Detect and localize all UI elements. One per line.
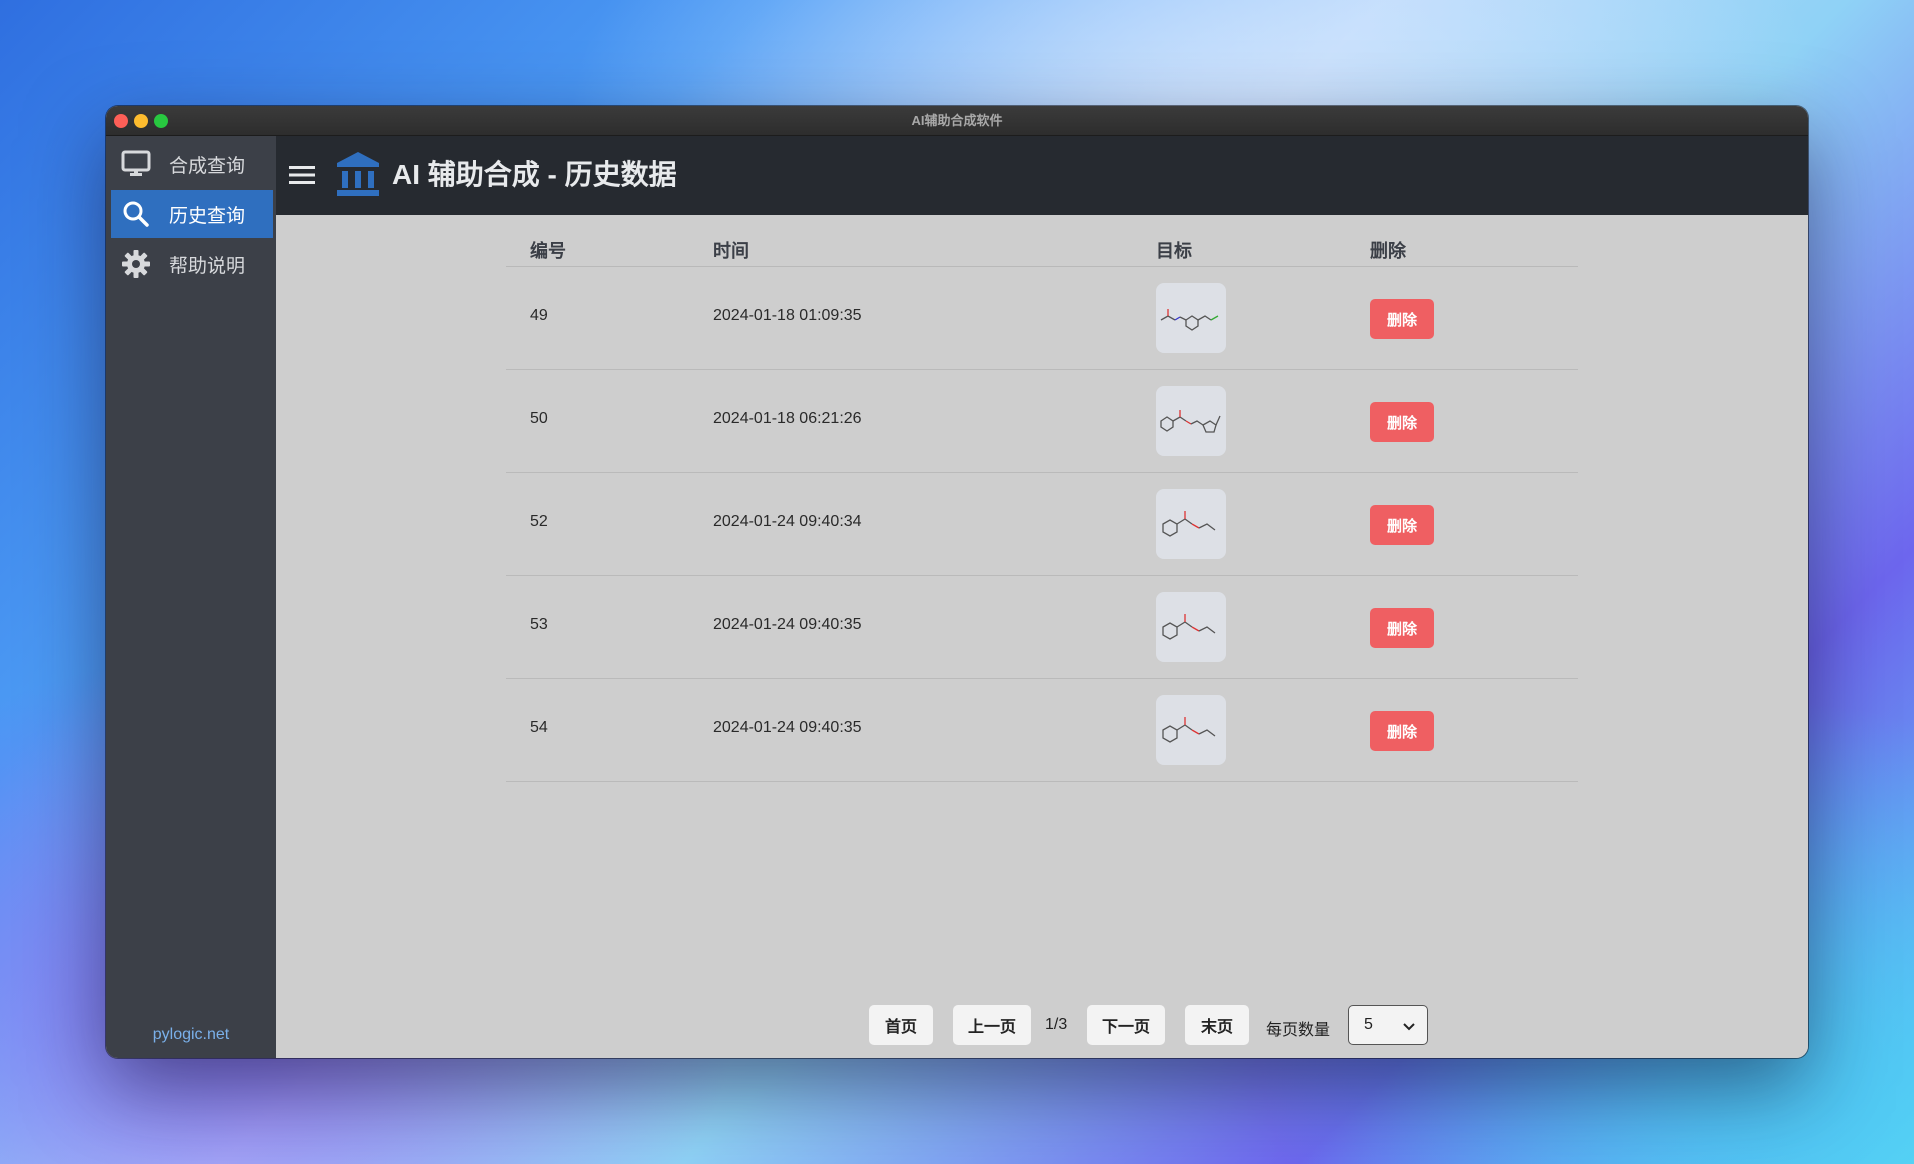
molecule-structure-image[interactable] [1156,386,1226,456]
app-window: AI辅助合成软件 合成查询 历史查询 帮助说明 pylogic.net AI 辅… [106,106,1808,1058]
main-content: 编号 时间 目标 删除 49 2024-01-18 01:09:35 删除 50… [276,215,1808,1058]
search-icon [111,200,161,228]
table-row: 54 2024-01-24 09:40:35 删除 [506,679,1578,782]
delete-button[interactable]: 删除 [1370,299,1434,339]
column-header-delete: 删除 [1370,241,1406,261]
molecule-structure-image[interactable] [1156,695,1226,765]
delete-button[interactable]: 删除 [1370,402,1434,442]
page-size-label: 每页数量 [1266,1022,1331,1039]
page-indicator: 1/3 [1045,1016,1068,1033]
sidebar-item-label: 帮助说明 [169,255,246,277]
row-id: 53 [530,616,548,633]
table-row: 50 2024-01-18 06:21:26 删除 [506,370,1578,473]
molecule-structure-image[interactable] [1156,592,1226,662]
column-header-time: 时间 [713,241,749,261]
sidebar-item-help[interactable]: 帮助说明 [111,240,273,288]
row-time: 2024-01-24 09:40:35 [713,719,862,736]
table-row: 49 2024-01-18 01:09:35 删除 [506,267,1578,370]
sidebar-item-history-query[interactable]: 历史查询 [111,190,273,238]
page-title: AI 辅助合成 - 历史数据 [392,159,677,190]
next-page-button[interactable]: 下一页 [1087,1005,1165,1045]
row-time: 2024-01-18 01:09:35 [713,307,862,324]
window-title: AI辅助合成软件 [911,113,1003,128]
pagination: 首页 上一页 1/3 下一页 末页 每页数量 5 [276,1005,1808,1047]
page-header: AI 辅助合成 - 历史数据 [276,136,1808,215]
column-header-id: 编号 [530,241,566,261]
footer-link[interactable]: pylogic.net [106,1026,276,1044]
row-time: 2024-01-24 09:40:35 [713,616,862,633]
molecule-structure-image[interactable] [1156,283,1226,353]
table-header: 编号 时间 目标 删除 [506,227,1578,267]
row-id: 52 [530,513,548,530]
history-table: 编号 时间 目标 删除 49 2024-01-18 01:09:35 删除 50… [506,227,1578,782]
bank-icon [336,150,380,198]
page-size-value: 5 [1364,1016,1373,1033]
row-id: 54 [530,719,548,736]
row-time: 2024-01-24 09:40:34 [713,513,862,530]
delete-button[interactable]: 删除 [1370,711,1434,751]
table-row: 52 2024-01-24 09:40:34 删除 [506,473,1578,576]
delete-button[interactable]: 删除 [1370,608,1434,648]
row-time: 2024-01-18 06:21:26 [713,410,862,427]
hamburger-menu-icon[interactable] [286,160,318,190]
sidebar-item-label: 合成查询 [169,155,246,177]
table-row: 53 2024-01-24 09:40:35 删除 [506,576,1578,679]
prev-page-button[interactable]: 上一页 [953,1005,1031,1045]
last-page-button[interactable]: 末页 [1185,1005,1249,1045]
row-id: 50 [530,410,548,427]
sidebar-item-synthesis-query[interactable]: 合成查询 [111,140,273,188]
column-header-target: 目标 [1156,241,1192,261]
delete-button[interactable]: 删除 [1370,505,1434,545]
molecule-structure-image[interactable] [1156,489,1226,559]
title-bar[interactable]: AI辅助合成软件 [106,106,1808,136]
first-page-button[interactable]: 首页 [869,1005,933,1045]
chevron-down-icon [1403,1019,1415,1037]
monitor-icon [111,150,161,178]
page-size-select[interactable]: 5 [1348,1005,1428,1045]
gear-icon [111,249,161,279]
sidebar-item-label: 历史查询 [169,205,246,227]
sidebar: 合成查询 历史查询 帮助说明 pylogic.net [106,136,276,1058]
row-id: 49 [530,307,548,324]
